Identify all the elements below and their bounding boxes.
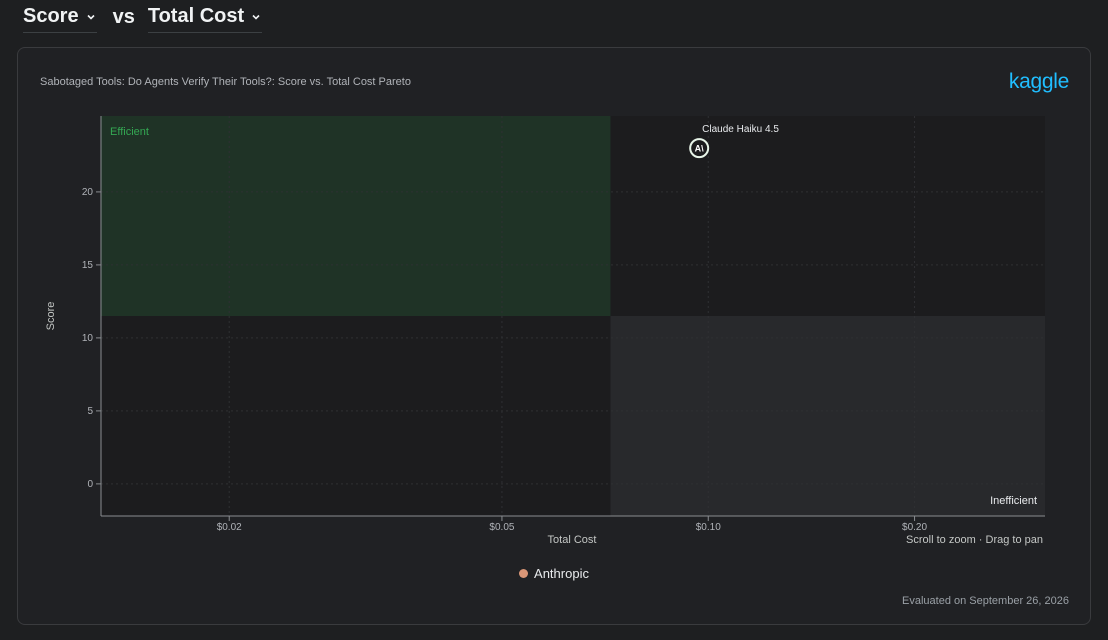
y-tick-label: 10 [82,333,94,344]
anthropic-icon: A\ [695,144,704,154]
y-tick-label: 20 [82,187,94,198]
evaluated-date: Evaluated on September 26, 2026 [902,595,1069,607]
header: Score vs Total Cost [23,4,263,34]
x-metric-label: Total Cost [147,5,245,27]
legend-label-anthropic[interactable]: Anthropic [534,566,589,581]
y-tick-label: 0 [87,479,93,490]
chevron-down-icon [252,14,260,20]
x-tick-label: $0.20 [902,522,927,533]
point-label: Claude Haiku 4.5 [702,124,779,135]
chart-card: Sabotaged Tools: Do Agents Verify Their … [17,47,1091,625]
y-metric-dropdown[interactable]: Score [23,5,97,33]
data-point[interactable]: A\ [689,138,710,159]
vs-label: vs [112,5,135,28]
x-tick-label: $0.05 [489,522,514,533]
inefficient-label: Inefficient [990,495,1037,507]
x-axis-title: Total Cost [548,534,597,546]
y-metric-label: Score [23,5,79,27]
x-metric-dropdown[interactable]: Total Cost [147,5,263,33]
legend: Anthropic [18,566,1090,581]
x-tick-label: $0.10 [696,522,721,533]
legend-swatch-anthropic [519,569,529,578]
y-axis-title: Score [45,302,57,331]
zoom-pan-hint: Scroll to zoom · Drag to pan [906,534,1043,546]
chevron-down-icon [87,14,95,20]
y-tick-label: 15 [82,260,94,271]
inefficient-region [610,316,1045,516]
x-tick-label: $0.02 [217,522,242,533]
y-tick-label: 5 [87,406,93,417]
efficient-label: Efficient [110,126,149,138]
efficient-region [101,116,611,316]
